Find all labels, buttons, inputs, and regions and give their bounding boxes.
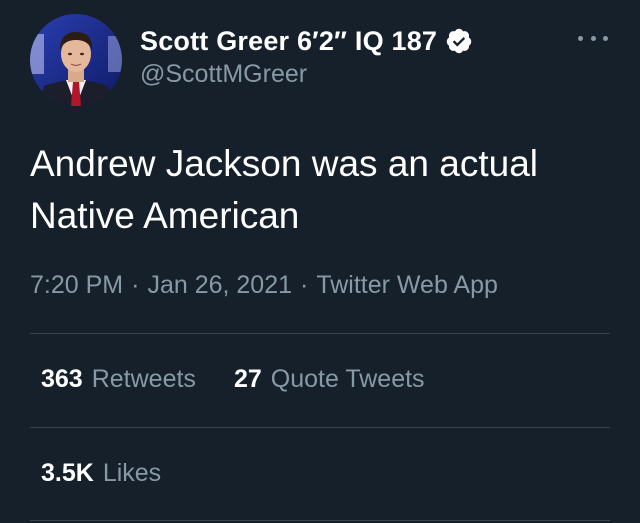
likes-count: 3.5K (41, 459, 94, 487)
more-dot (578, 35, 583, 41)
quote-tweets-count: 27 (233, 365, 262, 393)
tweet-time[interactable]: 7:20 PM (30, 271, 123, 299)
divider (30, 333, 610, 334)
display-name-row: Scott Greer 6′2″ IQ 187 (140, 24, 473, 58)
tweet-header: Scott Greer 6′2″ IQ 187 @ScottMGreer (30, 14, 610, 106)
meta-separator: · (300, 271, 309, 299)
tweet-source[interactable]: Twitter Web App (316, 271, 498, 299)
avatar-image (30, 14, 122, 106)
meta-separator: · (131, 271, 140, 299)
tweet-detail: Scott Greer 6′2″ IQ 187 @ScottMGreer And… (0, 0, 640, 523)
quote-tweets-label: Quote Tweets (270, 365, 425, 393)
divider (30, 427, 610, 428)
more-dot (590, 35, 596, 41)
retweets-label: Retweets (91, 365, 196, 393)
author-handle[interactable]: @ScottMGreer (140, 60, 473, 89)
author-info: Scott Greer 6′2″ IQ 187 @ScottMGreer (140, 24, 473, 89)
retweets-stat[interactable]: 363 Retweets (41, 365, 196, 394)
engagement-stats-row: 363 Retweets 27 Quote Tweets (41, 365, 463, 394)
more-horizontal-icon[interactable] (578, 28, 608, 48)
divider (30, 520, 610, 521)
retweets-count: 363 (41, 365, 83, 393)
likes-stat[interactable]: 3.5K Likes (41, 459, 161, 488)
likes-label: Likes (102, 459, 162, 487)
more-dot (603, 35, 608, 41)
tweet-text: Andrew Jackson was an actual Native Amer… (30, 143, 538, 236)
likes-stats-row: 3.5K Likes (41, 459, 199, 488)
author-display-name[interactable]: Scott Greer 6′2″ IQ 187 (140, 26, 437, 57)
quote-tweets-stat[interactable]: 27 Quote Tweets (234, 365, 425, 394)
tweet-date[interactable]: Jan 26, 2021 (147, 271, 292, 299)
avatar[interactable] (30, 14, 122, 106)
verified-badge-icon (445, 27, 473, 55)
tweet-meta: 7:20 PM · Jan 26, 2021 · Twitter Web App (30, 271, 498, 300)
